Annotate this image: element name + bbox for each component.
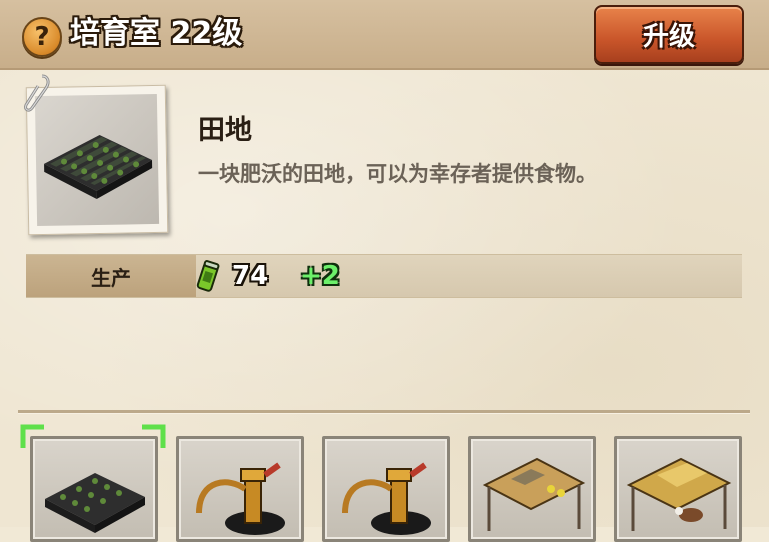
cattle-pen-icon	[626, 457, 732, 531]
question-mark-icon[interactable]: ?	[22, 17, 62, 57]
tile-chicken-coop[interactable]	[468, 436, 596, 542]
panel-title: 培育室 22级	[70, 16, 243, 51]
selection-corner-icon	[142, 424, 166, 448]
water-pump-icon	[196, 462, 285, 535]
help-label: ?	[34, 22, 50, 52]
coop-icon	[482, 457, 586, 531]
tile-water-pump-2[interactable]	[322, 436, 450, 542]
field-icon	[44, 134, 153, 200]
water-pump-icon	[342, 462, 431, 535]
production-row: 生产	[26, 254, 742, 298]
production-bonus: +2	[300, 261, 340, 291]
paperclip-icon	[24, 74, 50, 112]
tile-cattle-pen[interactable]	[614, 436, 742, 542]
item-photo	[34, 93, 160, 227]
tile-water-pump-1[interactable]	[176, 436, 304, 542]
section-divider	[18, 410, 750, 414]
production-label-cell: 生产	[26, 255, 196, 297]
field-icon	[45, 473, 145, 533]
item-description: 一块肥沃的田地，可以为幸存者提供食物。	[198, 162, 597, 186]
tile-field[interactable]	[30, 436, 158, 542]
item-name: 田地	[198, 115, 252, 146]
production-value: 74	[232, 261, 269, 291]
panel-header: ? 培育室 22级 升级	[0, 0, 769, 70]
upgrade-button[interactable]: 升级	[594, 5, 744, 64]
food-can-icon	[196, 260, 220, 292]
selection-corner-icon	[20, 424, 44, 448]
production-label: 生产	[91, 265, 131, 290]
upgrade-label: 升级	[642, 22, 695, 52]
